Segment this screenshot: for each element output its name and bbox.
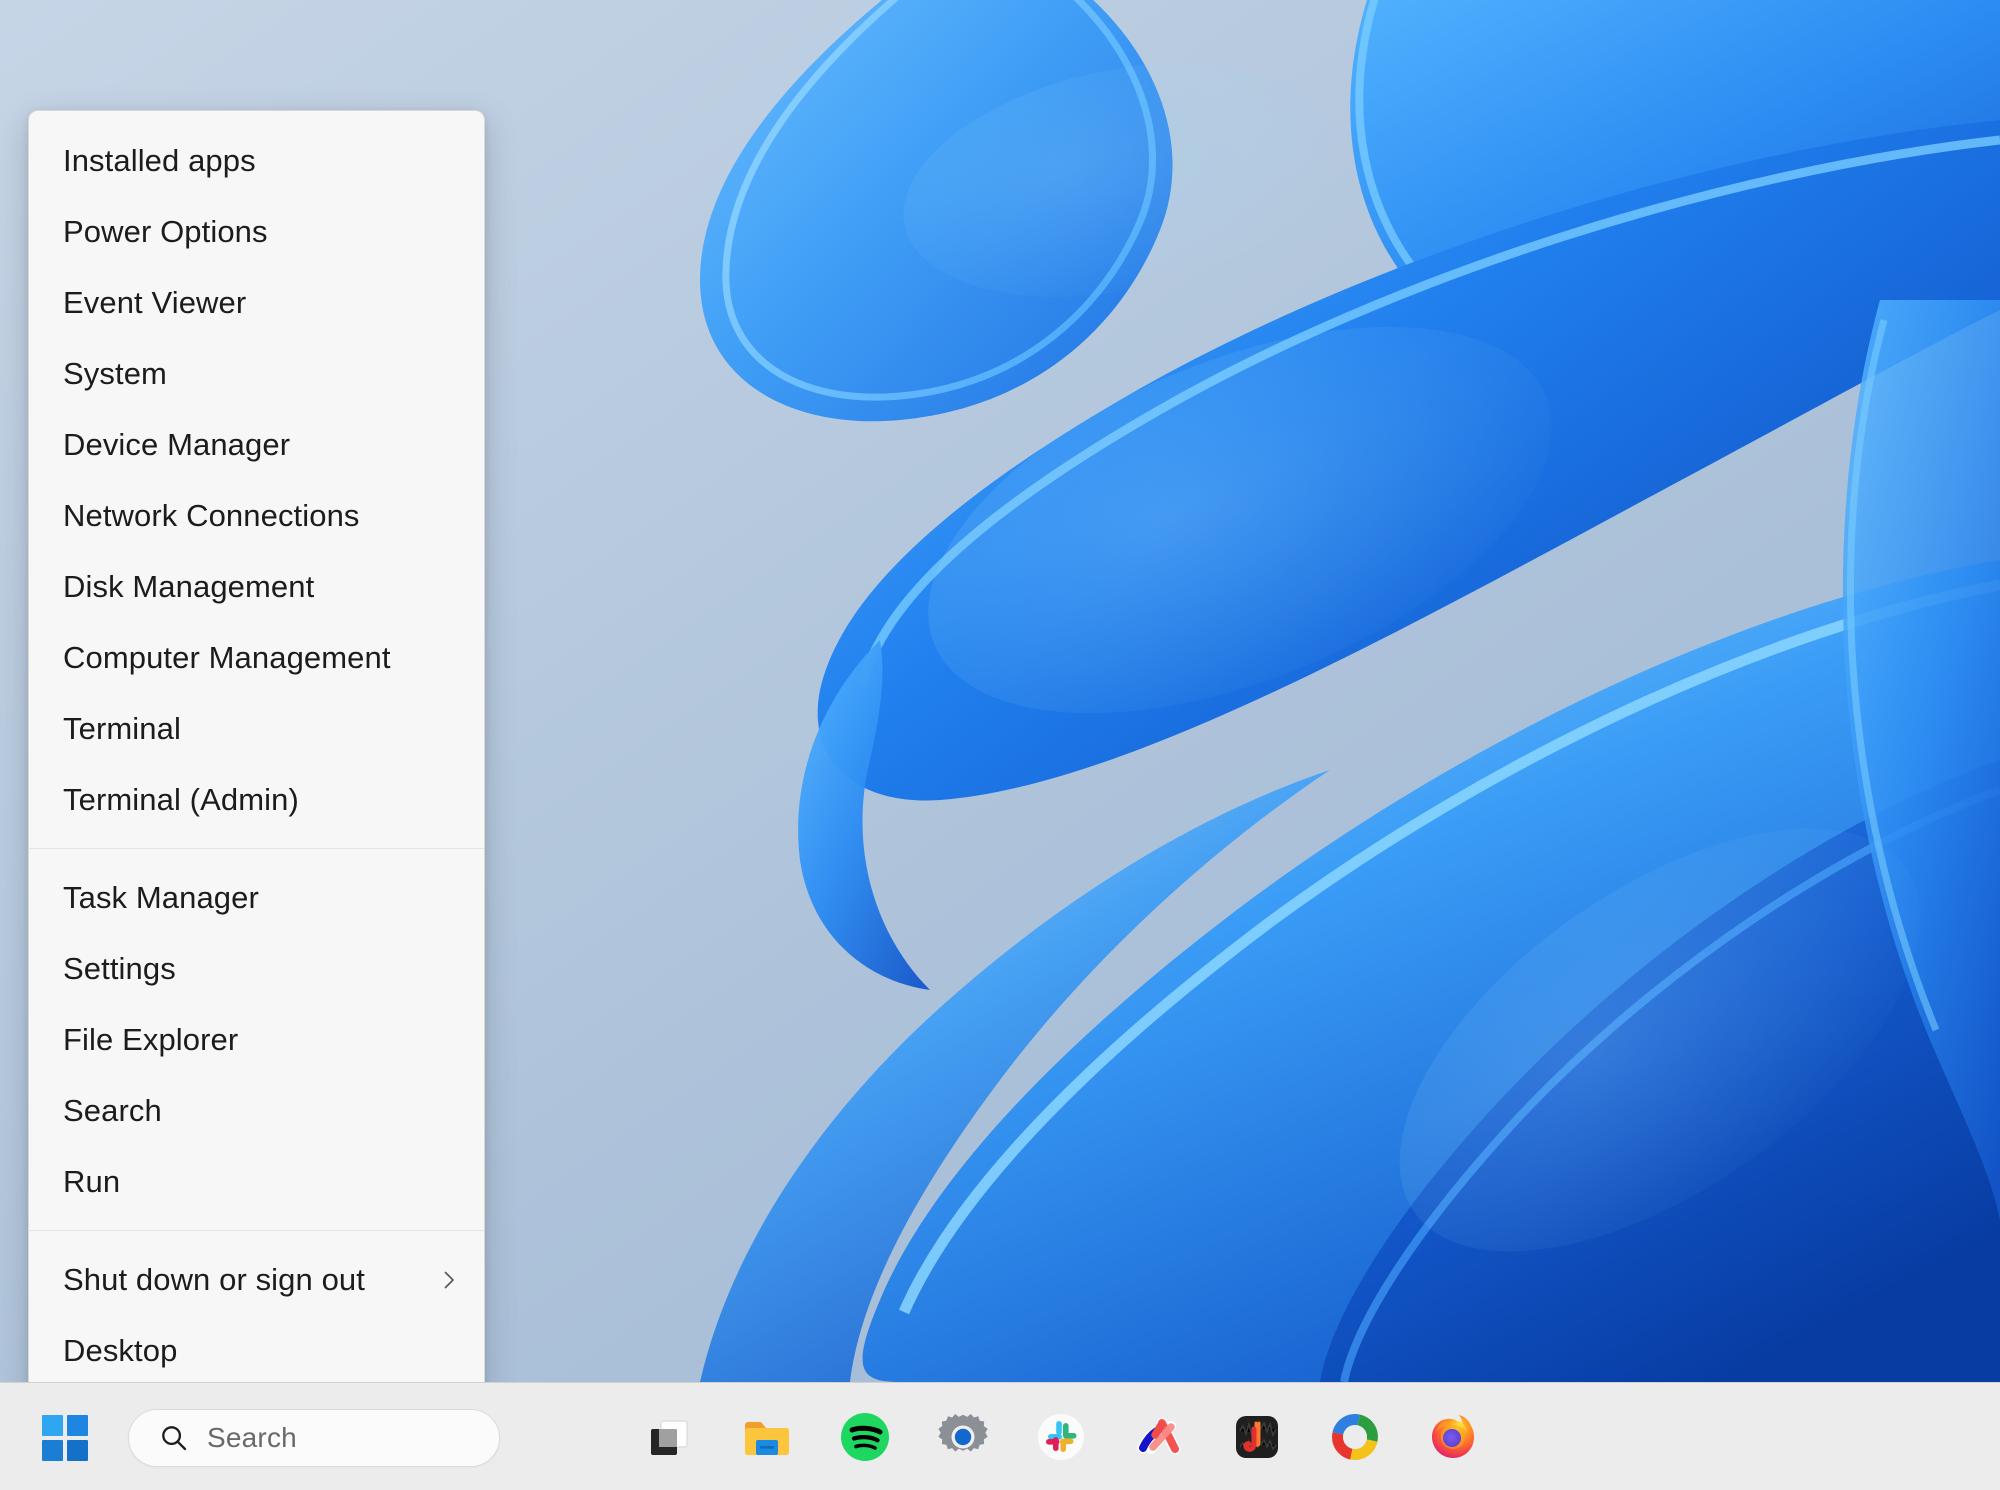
menu-item-disk-management[interactable]: Disk Management (29, 551, 484, 622)
menu-item-label: Search (63, 1093, 162, 1128)
search-input[interactable]: Search (128, 1409, 500, 1467)
menu-item-search[interactable]: Search (29, 1075, 484, 1146)
menu-item-label: Settings (63, 951, 176, 986)
menu-item-computer-management[interactable]: Computer Management (29, 622, 484, 693)
menu-item-event-viewer[interactable]: Event Viewer (29, 267, 484, 338)
menu-item-device-manager[interactable]: Device Manager (29, 409, 484, 480)
menu-item-label: Network Connections (63, 498, 360, 533)
menu-group-session: Shut down or sign out Desktop (29, 1244, 484, 1382)
audio-editor-icon[interactable] (1228, 1408, 1286, 1466)
menu-item-label: Event Viewer (63, 285, 247, 320)
menu-group-system-tools: Installed apps Power Options Event Viewe… (29, 125, 484, 835)
menu-item-label: Disk Management (63, 569, 315, 604)
search-icon (159, 1423, 189, 1453)
start-button[interactable] (42, 1415, 88, 1461)
menu-item-terminal-admin[interactable]: Terminal (Admin) (29, 764, 484, 835)
menu-separator-2 (29, 1230, 484, 1231)
microsoft-edge-icon[interactable] (1326, 1408, 1384, 1466)
start-logo-tile-3 (42, 1440, 63, 1461)
menu-item-run[interactable]: Run (29, 1146, 484, 1217)
start-logo-tile-1 (42, 1415, 63, 1436)
adobe-app-icon[interactable] (1130, 1408, 1188, 1466)
slack-icon[interactable] (1032, 1408, 1090, 1466)
taskbar[interactable]: Search (0, 1382, 2000, 1490)
menu-item-shut-down-or-sign-out[interactable]: Shut down or sign out (29, 1244, 484, 1315)
menu-item-label: File Explorer (63, 1022, 239, 1057)
menu-item-label: Device Manager (63, 427, 291, 462)
menu-separator-1 (29, 848, 484, 849)
menu-item-label: Computer Management (63, 640, 391, 675)
file-explorer-icon[interactable] (738, 1408, 796, 1466)
task-view-icon[interactable] (640, 1408, 698, 1466)
start-logo-tile-2 (67, 1415, 88, 1436)
start-logo-tile-4 (67, 1440, 88, 1461)
menu-item-label: Power Options (63, 214, 268, 249)
menu-item-installed-apps[interactable]: Installed apps (29, 125, 484, 196)
menu-item-settings[interactable]: Settings (29, 933, 484, 1004)
spotify-icon[interactable] (836, 1408, 894, 1466)
menu-item-label: Desktop (63, 1333, 178, 1368)
menu-item-label: Run (63, 1164, 121, 1199)
menu-item-label: Task Manager (63, 880, 259, 915)
menu-item-label: Shut down or sign out (63, 1262, 365, 1297)
search-placeholder: Search (207, 1422, 297, 1453)
menu-item-network-connections[interactable]: Network Connections (29, 480, 484, 551)
desktop-surface[interactable]: Installed apps Power Options Event Viewe… (0, 0, 2000, 1382)
menu-item-label: Terminal (63, 711, 181, 746)
menu-item-task-manager[interactable]: Task Manager (29, 862, 484, 933)
menu-item-terminal[interactable]: Terminal (29, 693, 484, 764)
menu-group-shell-tools: Task Manager Settings File Explorer Sear… (29, 862, 484, 1217)
menu-item-desktop[interactable]: Desktop (29, 1315, 484, 1382)
menu-item-system[interactable]: System (29, 338, 484, 409)
menu-item-label: Terminal (Admin) (63, 782, 299, 817)
menu-item-label: System (63, 356, 167, 391)
menu-item-power-options[interactable]: Power Options (29, 196, 484, 267)
firefox-icon[interactable] (1424, 1408, 1482, 1466)
menu-item-file-explorer[interactable]: File Explorer (29, 1004, 484, 1075)
menu-item-label: Installed apps (63, 143, 256, 178)
settings-gear-icon[interactable] (934, 1408, 992, 1466)
chevron-right-icon (436, 1267, 462, 1293)
taskbar-app-list (640, 1383, 1482, 1490)
win-x-quick-link-menu[interactable]: Installed apps Power Options Event Viewe… (28, 110, 485, 1382)
